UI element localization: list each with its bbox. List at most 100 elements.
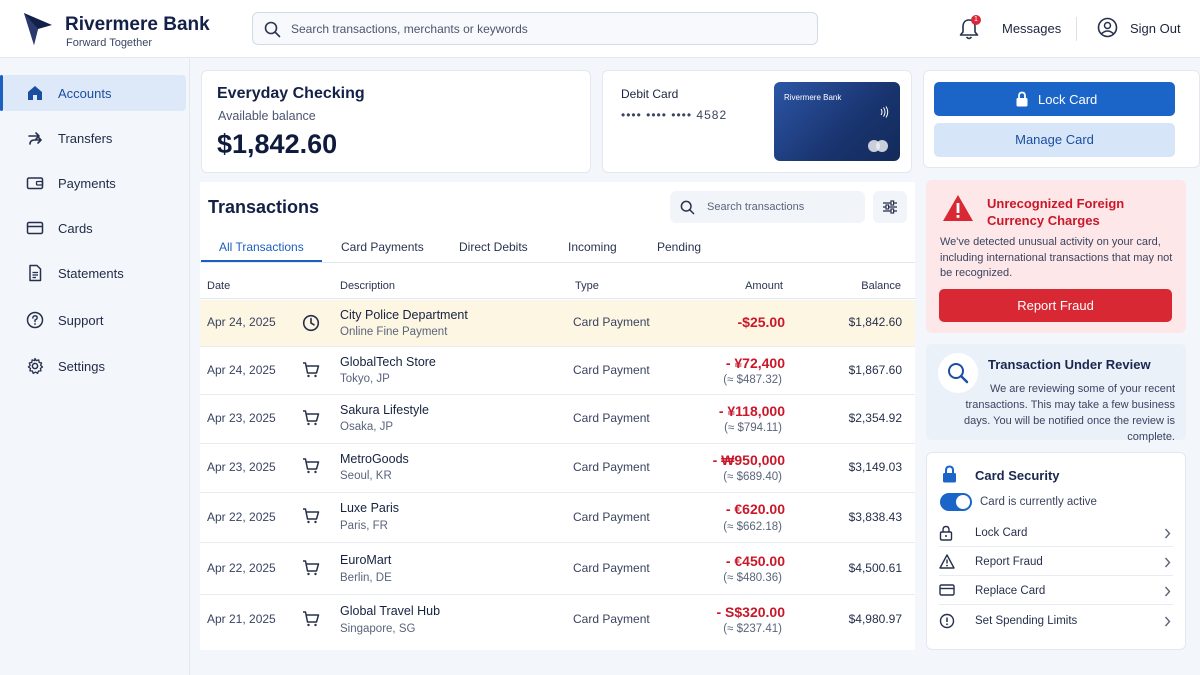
sidebar-item-statements[interactable]: Statements: [2, 255, 186, 291]
sliders-icon: [883, 200, 897, 214]
sidebar-item-label: Support: [58, 312, 104, 328]
table-row[interactable]: Apr 21, 2025 Global Travel Hub Singapore…: [200, 595, 915, 647]
account-summary-card[interactable]: Everyday Checking Available balance $1,8…: [201, 70, 591, 173]
security-item-spending-limits[interactable]: Set Spending Limits: [939, 608, 1173, 635]
row-balance: $3,149.03: [848, 460, 902, 474]
row-date: Apr 23, 2025: [207, 411, 276, 425]
transactions-search-placeholder: Search transactions: [707, 201, 805, 213]
tab-incoming[interactable]: Incoming: [568, 240, 617, 254]
row-type: Card Payment: [573, 561, 650, 575]
sidebar-item-label: Cards: [58, 220, 93, 236]
warning-triangle-icon: [943, 195, 973, 221]
security-item-lock-card[interactable]: Lock Card: [939, 520, 1173, 547]
table-row[interactable]: Apr 23, 2025 Sakura Lifestyle Osaka, JP …: [200, 395, 915, 444]
column-header-type: Type: [575, 280, 599, 292]
manage-card-button[interactable]: Manage Card: [934, 123, 1175, 157]
card-active-label: Card is currently active: [980, 496, 1097, 508]
row-balance: $4,980.97: [848, 612, 902, 626]
cart-icon: [303, 362, 320, 378]
alert-message: We've detected unusual activity on your …: [940, 236, 1173, 280]
debit-card-image: Rivermere Bank: [774, 82, 900, 161]
top-header: Rivermere Bank Forward Together Search t…: [0, 0, 1200, 58]
brand-name: Rivermere Bank: [65, 14, 210, 35]
row-merchant: MetroGoods: [340, 452, 409, 466]
row-type: Card Payment: [573, 612, 650, 626]
row-converted-amount: (≈ $487.32): [723, 374, 782, 386]
row-amount: - €620.00: [725, 501, 785, 517]
search-icon: [264, 21, 281, 38]
tab-direct-debits[interactable]: Direct Debits: [459, 240, 528, 254]
row-merchant: Global Travel Hub: [340, 604, 441, 618]
sidebar-item-label: Settings: [58, 358, 105, 374]
table-row[interactable]: Apr 22, 2025 Luxe Paris Paris, FR Card P…: [200, 493, 915, 543]
filter-button[interactable]: [873, 191, 907, 223]
report-fraud-button[interactable]: Report Fraud: [939, 289, 1172, 322]
card-brand-text: Rivermere Bank: [784, 93, 842, 102]
search-icon: [680, 200, 695, 215]
tab-all-transactions[interactable]: All Transactions: [219, 240, 304, 254]
security-item-replace-card[interactable]: Replace Card: [939, 578, 1173, 605]
messages-link[interactable]: Messages: [1002, 21, 1061, 36]
table-row[interactable]: Apr 24, 2025 GlobalTech Store Tokyo, JP …: [200, 347, 915, 395]
row-balance: $1,867.60: [848, 363, 902, 377]
row-balance: $1,842.60: [848, 315, 902, 329]
table-row[interactable]: Apr 22, 2025 EuroMart Berlin, DE Card Pa…: [200, 543, 915, 595]
row-balance: $4,500.61: [848, 561, 902, 575]
sidebar-item-accounts[interactable]: Accounts: [0, 75, 186, 111]
lock-card-label: Lock Card: [1038, 92, 1098, 107]
tab-card-payments[interactable]: Card Payments: [341, 240, 424, 254]
wallet-icon: [26, 177, 44, 190]
tab-pending[interactable]: Pending: [657, 240, 701, 254]
row-subtitle: Berlin, DE: [340, 572, 392, 584]
row-date: Apr 24, 2025: [207, 315, 276, 329]
tabs-divider: [200, 262, 915, 263]
security-item-label: Replace Card: [975, 585, 1046, 597]
rivermere-logo-icon[interactable]: [22, 11, 54, 47]
global-search-placeholder: Search transactions, merchants or keywor…: [291, 22, 528, 36]
sidebar-item-support[interactable]: Support: [2, 302, 186, 338]
row-subtitle: Osaka, JP: [340, 421, 394, 433]
row-type: Card Payment: [573, 411, 650, 425]
transactions-search-input[interactable]: Search transactions: [670, 191, 865, 223]
review-message: We are reviewing some of your recent tra…: [964, 383, 1175, 443]
row-type: Card Payment: [573, 315, 650, 329]
alert-title: Unrecognized Foreign Currency Charges: [987, 196, 1125, 228]
lock-icon: [1016, 91, 1028, 107]
row-amount: -$25.00: [737, 314, 785, 330]
sidebar-item-label: Transfers: [58, 130, 113, 146]
row-converted-amount: (≈ $794.11): [724, 422, 782, 434]
limit-icon: [939, 613, 955, 629]
debit-card-panel[interactable]: Debit Card •••• •••• •••• 4582 Rivermere…: [602, 70, 912, 173]
row-merchant: City Police Department: [340, 308, 468, 322]
table-row[interactable]: Apr 24, 2025 City Police Department Onli…: [200, 300, 915, 347]
card-active-toggle[interactable]: [940, 493, 972, 511]
sidebar-item-settings[interactable]: Settings: [2, 348, 186, 384]
lock-card-button[interactable]: Lock Card: [934, 82, 1175, 116]
sidebar-item-transfers[interactable]: Transfers: [2, 120, 186, 156]
user-avatar-icon[interactable]: [1097, 17, 1118, 38]
security-item-label: Report Fraud: [975, 556, 1043, 568]
row-merchant: GlobalTech Store: [340, 355, 436, 369]
sidebar-item-label: Accounts: [58, 85, 112, 101]
security-item-report-fraud[interactable]: Report Fraud: [939, 549, 1173, 576]
column-header-balance: Balance: [861, 280, 901, 292]
document-icon: [29, 264, 42, 282]
clock-icon: [302, 314, 320, 332]
sign-out-link[interactable]: Sign Out: [1130, 21, 1181, 36]
sidebar-item-payments[interactable]: Payments: [2, 165, 186, 201]
row-amount: - ₩950,000: [712, 452, 785, 468]
column-header-description: Description: [340, 280, 396, 292]
row-subtitle: Online Fine Payment: [340, 326, 448, 338]
row-date: Apr 21, 2025: [207, 612, 276, 626]
header-divider: [1076, 17, 1077, 41]
gear-icon: [27, 357, 44, 375]
debit-card-number: •••• •••• •••• 4582: [621, 108, 728, 122]
contactless-icon: [880, 106, 889, 118]
card-security-panel: Card Security Card is currently active L…: [926, 452, 1186, 650]
table-row[interactable]: Apr 23, 2025 MetroGoods Seoul, KR Card P…: [200, 444, 915, 493]
sidebar-item-cards[interactable]: Cards: [2, 210, 186, 246]
help-circle-icon: [26, 311, 44, 329]
transactions-title: Transactions: [208, 197, 320, 217]
sidebar-item-label: Statements: [58, 265, 124, 281]
global-search-input[interactable]: Search transactions, merchants or keywor…: [252, 12, 818, 45]
